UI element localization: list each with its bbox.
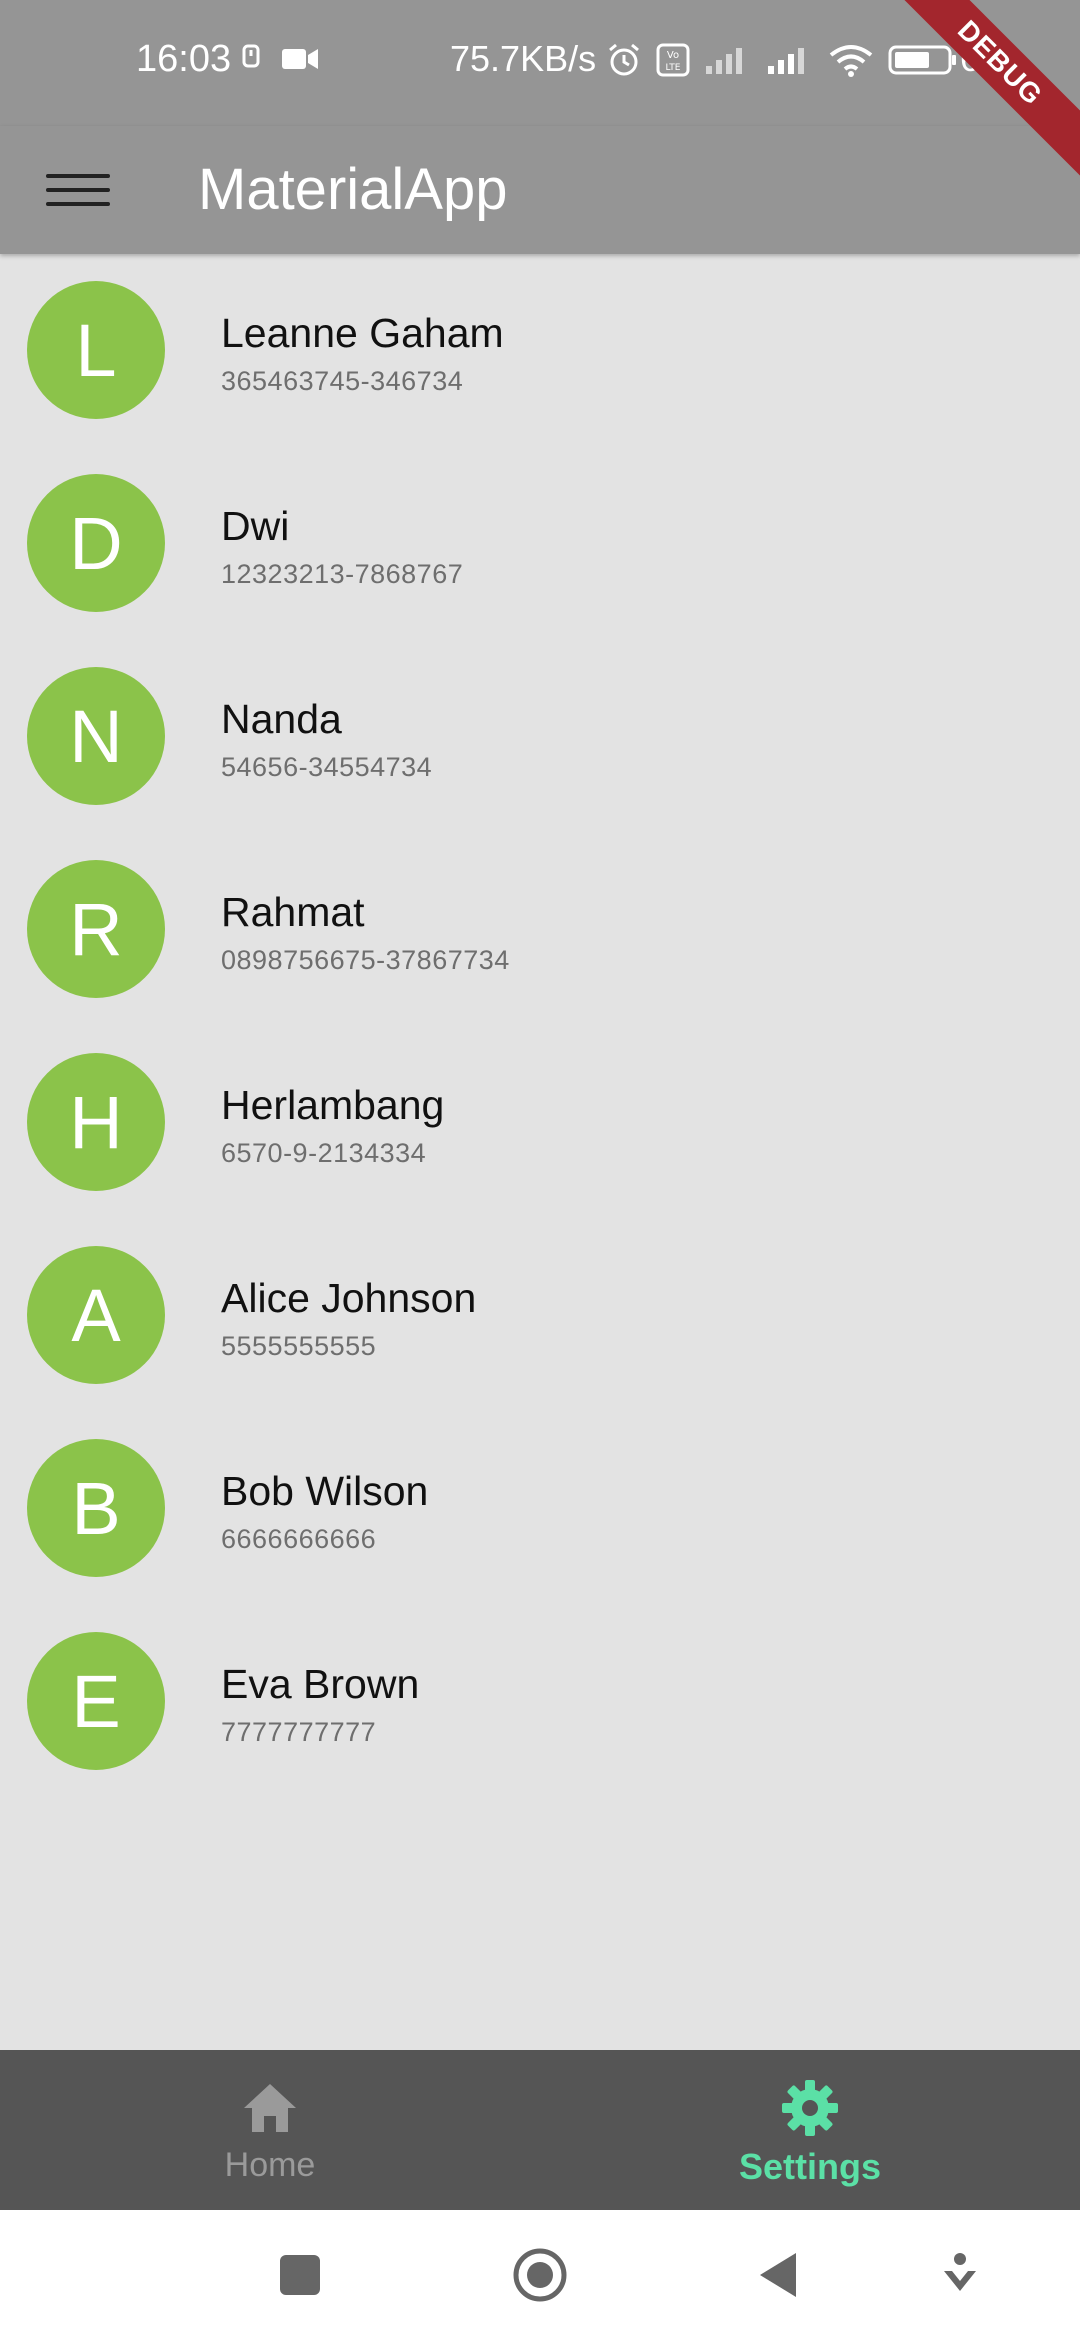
signal-icon-1 xyxy=(706,48,742,74)
usb-icon xyxy=(242,44,260,68)
status-left-icons xyxy=(240,44,320,74)
status-bar: 16:03 75.7KB/s Vo LTE xyxy=(0,0,1080,126)
app-bar: MaterialApp xyxy=(0,126,1080,254)
home-icon xyxy=(244,2084,296,2132)
bottom-navigation: Home Settings xyxy=(0,2050,1080,2210)
page-title: MaterialApp xyxy=(198,157,508,222)
avatar: R xyxy=(27,860,165,998)
list-item[interactable]: H Herlambang 6570-9-2134334 xyxy=(0,1026,1080,1219)
contact-phone: 7777777777 xyxy=(221,1717,377,1747)
alarm-icon xyxy=(609,43,639,76)
gear-icon xyxy=(782,2080,838,2136)
list-item[interactable]: B Bob Wilson 6666666666 xyxy=(0,1412,1080,1605)
contact-list: L Leanne Gaham 365463745-346734 D Dwi 12… xyxy=(0,254,1080,1798)
list-item[interactable]: D Dwi 12323213-7868767 xyxy=(0,447,1080,640)
list-item[interactable]: L Leanne Gaham 365463745-346734 xyxy=(0,254,1080,447)
home-button-icon[interactable] xyxy=(510,2245,570,2305)
contact-phone: 6666666666 xyxy=(221,1524,377,1554)
video-camera-icon xyxy=(282,49,318,69)
avatar: H xyxy=(27,1053,165,1191)
hamburger-menu-icon[interactable] xyxy=(46,158,110,222)
contact-phone: 5555555555 xyxy=(221,1331,377,1361)
volte-icon: Vo LTE xyxy=(656,43,690,77)
avatar: A xyxy=(27,1246,165,1384)
status-time: 16:03 xyxy=(136,38,232,80)
list-item[interactable]: N Nanda 54656-34554734 xyxy=(0,640,1080,833)
svg-text:LTE: LTE xyxy=(666,63,681,73)
tab-home[interactable]: Home xyxy=(0,2050,540,2210)
system-navigation-bar xyxy=(0,2210,1080,2340)
status-right-icons: Vo LTE xyxy=(606,42,958,78)
contact-phone: 54656-34554734 xyxy=(221,752,433,782)
avatar: N xyxy=(27,667,165,805)
tab-home-label: Home xyxy=(224,2146,316,2184)
contact-name: Eva Brown xyxy=(221,1661,420,1707)
contact-name: Rahmat xyxy=(221,889,365,935)
list-item[interactable]: A Alice Johnson 5555555555 xyxy=(0,1219,1080,1412)
list-item[interactable]: E Eva Brown 7777777777 xyxy=(0,1605,1080,1798)
tab-settings-label: Settings xyxy=(738,2146,881,2187)
contact-name: Alice Johnson xyxy=(221,1275,477,1321)
contact-name: Bob Wilson xyxy=(221,1468,429,1514)
network-speed: 75.7KB/s xyxy=(450,38,597,79)
svg-text:Vo: Vo xyxy=(667,50,679,61)
contact-phone: 6570-9-2134334 xyxy=(221,1138,427,1168)
avatar: D xyxy=(27,474,165,612)
contact-name: Dwi xyxy=(221,503,290,549)
contact-name: Leanne Gaham xyxy=(221,310,504,356)
tab-settings[interactable]: Settings xyxy=(540,2050,1080,2210)
contact-phone: 12323213-7868767 xyxy=(221,559,464,589)
recents-icon[interactable] xyxy=(270,2245,330,2305)
contact-name: Herlambang xyxy=(221,1082,445,1128)
signal-icon-2 xyxy=(768,48,804,74)
back-icon[interactable] xyxy=(750,2245,810,2305)
contact-phone: 0898756675-37867734 xyxy=(221,945,510,975)
list-item[interactable]: R Rahmat 0898756675-37867734 xyxy=(0,833,1080,1026)
contact-name: Nanda xyxy=(221,696,342,742)
avatar: E xyxy=(27,1632,165,1770)
avatar: L xyxy=(27,281,165,419)
contact-phone: 365463745-346734 xyxy=(221,366,464,396)
avatar: B xyxy=(27,1439,165,1577)
wifi-icon xyxy=(829,45,873,77)
battery-icon xyxy=(888,45,956,75)
collapse-down-icon[interactable] xyxy=(930,2245,990,2305)
